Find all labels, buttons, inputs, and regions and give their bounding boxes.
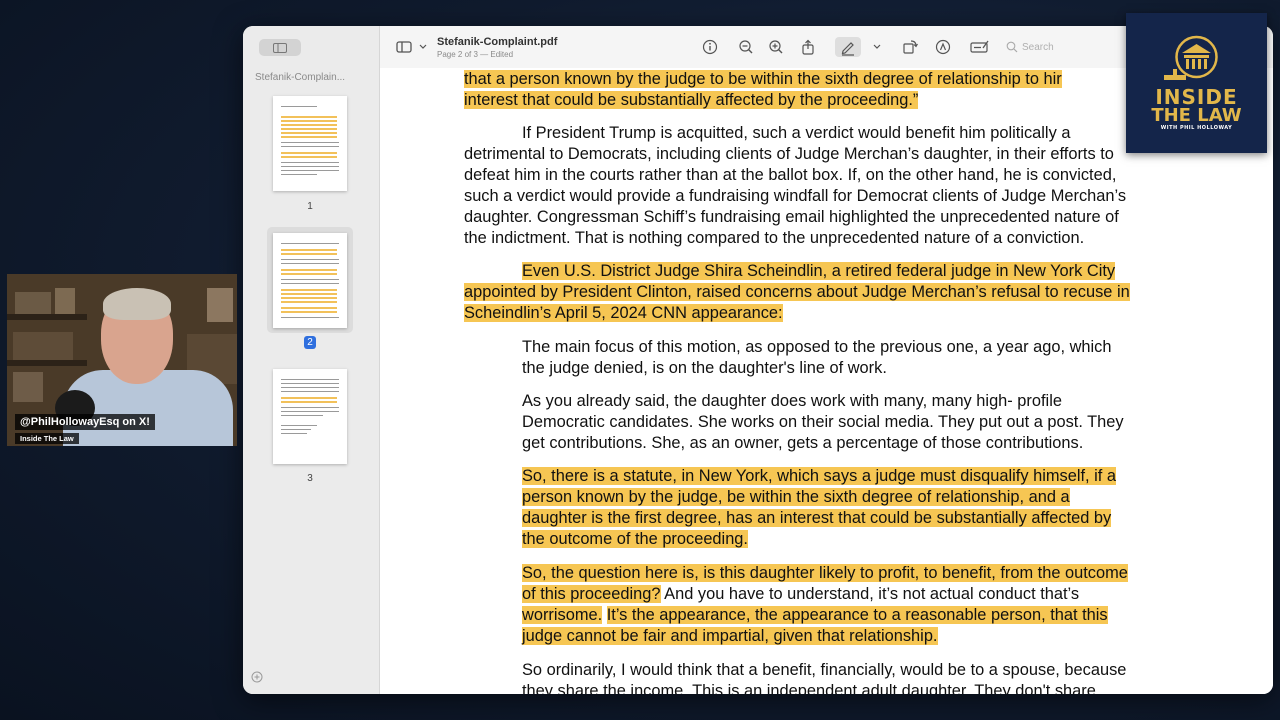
text-line: So, the question here is, is this daught… [522,564,1128,582]
share-icon [802,39,814,55]
markup-button[interactable] [835,37,861,57]
inside-the-law-logo: INSIDE THE LAW WITH PHIL HOLLOWAY [1126,13,1267,153]
bookshelf-books [15,292,51,314]
text-segment: It’s the appearance, the appearance to a… [606,605,1108,624]
add-page-button[interactable] [251,670,263,688]
person-hair [103,288,171,320]
page-thumbnail-3[interactable] [273,369,347,464]
courthouse-gavel-icon [1164,35,1218,80]
paragraph-statute-quote: that a person known by the judge to be w… [464,69,1062,111]
text-line: The main focus of this motion, as oppose… [522,338,1112,356]
view-menu-button[interactable] [418,39,428,55]
page-number-3: 3 [307,473,313,484]
text-line: interest that could be substantially aff… [464,90,919,109]
text-line: person known by the judge, be within the… [522,487,1070,506]
thumbnail-sidebar: Stefanik-Complain... 1 2 3 [243,26,380,694]
page-thumbnail-2[interactable] [273,233,347,328]
form-fill-icon [970,40,989,53]
info-button[interactable] [702,39,718,55]
text-segment: And you have to understand, it’s not act… [660,584,1080,603]
document-title: Stefanik-Complaint.pdf [437,36,558,48]
social-handle-label: @PhilHollowayEsq on X! [15,414,155,430]
text-line: So ordinarily, I would think that a bene… [522,661,1127,679]
zoom-in-icon [769,40,783,54]
block-quote-3: So, there is a statute, in New York, whi… [522,466,1116,550]
text-line: get contributions. She, as an owner, get… [522,433,1084,452]
webcam-feed: @PhilHollowayEsq on X! Inside The Law [7,274,237,446]
info-icon [702,39,718,55]
rotate-icon [903,40,918,54]
text-line: they share the income. This is an indepe… [522,681,1096,694]
text-segment: worrisome. [522,605,603,624]
block-quote-4: So, the question here is, is this daught… [522,563,1128,647]
document-subtitle: Page 2 of 3 — Edited [437,50,514,59]
sidebar-view-button[interactable] [259,39,301,56]
bookshelf-books [13,332,73,360]
text-line: Even U.S. District Judge Shira Scheindli… [522,262,1116,280]
preview-window: Stefanik-Complain... 1 2 3 Stefanik-Comp… [243,26,1273,694]
search-icon [1006,41,1018,53]
chevron-down-icon [419,44,427,49]
markup-menu-button[interactable] [872,39,882,55]
picture-frame [207,288,233,322]
annotate-icon [935,39,951,55]
sidebar-view-icon [273,42,287,53]
sidebar-toggle-icon [396,41,412,53]
text-line: If President Trump is acquitted, such a … [522,124,1071,142]
text-line: the judge denied, is on the daughter's l… [522,358,887,377]
text-line: that a person known by the judge to be w… [464,70,1062,88]
text-line: Scheindlin’s April 5, 2024 CNN appearanc… [464,303,783,322]
logo-tagline: WITH PHIL HOLLOWAY [1160,125,1233,131]
share-button[interactable] [800,39,816,55]
sidebar-toggle-button[interactable] [396,39,412,55]
text-line: daughter is the first degree, has an int… [522,508,1112,527]
text-line: So, there is a statute, in New York, whi… [522,467,1116,485]
annotate-button[interactable] [935,39,951,55]
block-quote-1: The main focus of this motion, as oppose… [522,337,1112,379]
text-line: judge cannot be fair and impartial, give… [522,626,938,645]
text-line: daughter. Congressman Schiff’s fundraisi… [464,207,1119,226]
show-name-label: Inside The Law [15,433,79,444]
document-view[interactable]: that a person known by the judge to be w… [380,68,1273,694]
search-field[interactable]: Search [1006,38,1106,56]
block-quote-2: As you already said, the daughter does w… [522,391,1124,454]
text-line: the outcome of the proceeding. [522,529,748,548]
logo-line-2: THE LAW [1151,105,1242,126]
paragraph-verdict: If President Trump is acquitted, such a … [464,123,1126,248]
form-fill-button[interactable] [970,39,990,55]
text-segment: of this proceeding? [522,584,661,603]
zoom-out-icon [739,40,753,54]
text-line: such a verdict would provide a fundraisi… [464,186,1127,205]
page-number-2: 2 [304,336,316,349]
bookshelf-books [13,372,43,402]
bookshelf-books [55,288,75,314]
zoom-out-button[interactable] [738,39,754,55]
sidebar-document-name: Stefanik-Complain... [255,72,346,83]
text-line: the indictment. That is nothing compared… [464,228,1085,247]
text-line: appointed by President Clinton, raised c… [464,282,1130,301]
text-line: detrimental to Democrats, including clie… [464,144,1114,163]
text-line: As you already said, the daughter does w… [522,392,1062,410]
zoom-in-button[interactable] [768,39,784,55]
block-quote-5: So ordinarily, I would think that a bene… [522,660,1126,694]
plus-circle-icon [251,671,263,683]
page-number-1: 1 [307,201,313,212]
chevron-down-icon [873,44,881,49]
paragraph-scheindlin: Even U.S. District Judge Shira Scheindli… [464,261,1130,324]
text-line: Democratic candidates. She works on thei… [522,412,1124,431]
page-thumbnail-1[interactable] [273,96,347,191]
markup-pen-icon [841,42,854,56]
search-placeholder: Search [1022,41,1054,53]
rotate-button[interactable] [902,39,918,55]
text-line: defeat him in the courts rather than at … [464,165,1117,184]
